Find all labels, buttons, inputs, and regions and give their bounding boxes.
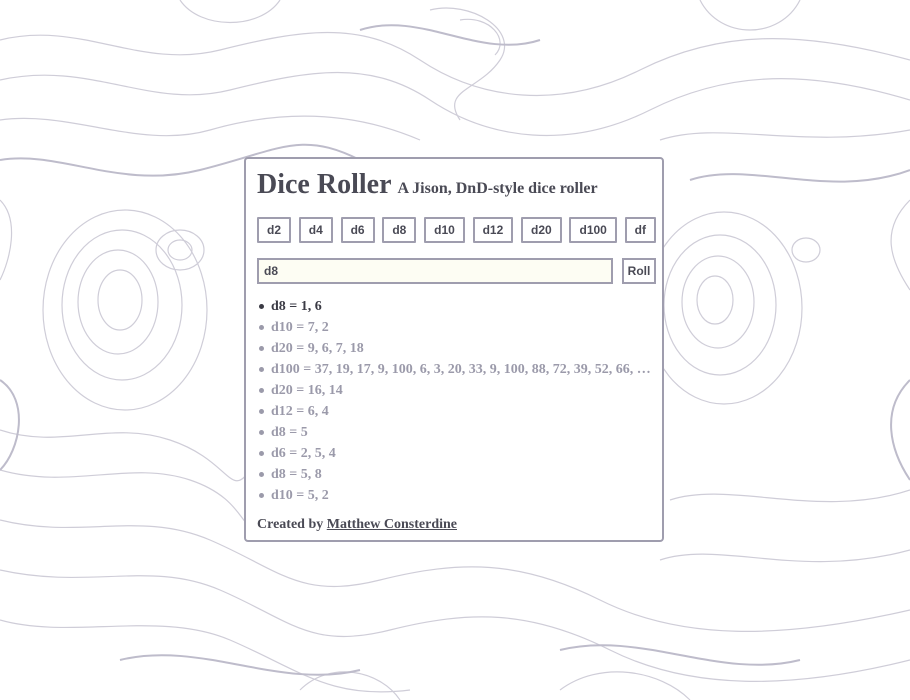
author-link[interactable]: Matthew Consterdine: [327, 517, 457, 532]
footer-credit: Created by Matthew Consterdine: [257, 517, 457, 533]
header: Dice Roller A Jison, DnD-style dice roll…: [257, 169, 598, 201]
roll-button[interactable]: Roll: [622, 258, 656, 284]
dice-roller-panel: Dice Roller A Jison, DnD-style dice roll…: [244, 157, 664, 542]
df-button[interactable]: df: [624, 217, 656, 243]
history-item: d20 = 9, 6, 7, 18: [257, 338, 656, 359]
roll-history-list: d8 = 1, 6 d10 = 7, 2 d20 = 9, 6, 7, 18 d…: [257, 296, 656, 506]
d10-button[interactable]: d10: [424, 217, 465, 243]
history-item: d10 = 5, 2: [257, 485, 656, 506]
history-item: d100 = 37, 19, 17, 9, 100, 6, 3, 20, 33,…: [257, 359, 656, 380]
page-title: Dice Roller: [257, 169, 392, 200]
history-item: d8 = 5, 8: [257, 464, 656, 485]
footer-prefix: Created by: [257, 517, 324, 532]
history-item: d10 = 7, 2: [257, 317, 656, 338]
d12-button[interactable]: d12: [472, 217, 514, 243]
d2-button[interactable]: d2: [257, 217, 292, 243]
roll-form: Roll: [257, 258, 656, 284]
history-item: d20 = 16, 14: [257, 380, 656, 401]
history-item: d6 = 2, 5, 4: [257, 443, 656, 464]
page-subtitle: A Jison, DnD-style dice roller: [397, 180, 598, 197]
dice-button-row: d2 d4 d6 d8 d10 d12 d20 d100 df: [257, 217, 656, 243]
dice-expression-input[interactable]: [257, 258, 613, 284]
d20-button[interactable]: d20: [521, 217, 562, 243]
d6-button[interactable]: d6: [340, 217, 375, 243]
d100-button[interactable]: d100: [569, 217, 617, 243]
history-item: d12 = 6, 4: [257, 401, 656, 422]
d4-button[interactable]: d4: [298, 217, 333, 243]
history-item: d8 = 1, 6: [257, 296, 656, 317]
history-item: d8 = 5: [257, 422, 656, 443]
d8-button[interactable]: d8: [382, 217, 417, 243]
